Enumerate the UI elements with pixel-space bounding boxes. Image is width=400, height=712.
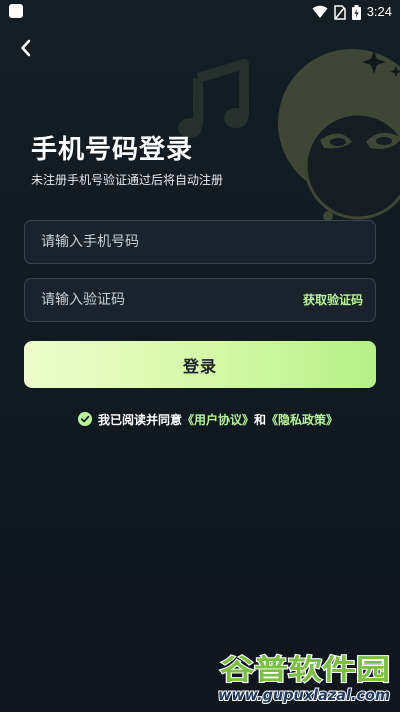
get-code-button[interactable]: 获取验证码 [303, 279, 363, 321]
watermark: 谷普软件园 www.gupuxlazal.com [214, 648, 396, 708]
login-screen: 3:24 手机号码登录 未注册手机号验证通过后将自动注册 请输入手机号码 请输入… [0, 0, 400, 712]
status-bar: 3:24 [0, 0, 400, 24]
status-time: 3:24 [366, 4, 392, 19]
wifi-icon [312, 5, 328, 19]
login-button[interactable]: 登录 [24, 341, 376, 388]
no-sim-icon [333, 4, 346, 20]
verification-code-input[interactable] [41, 279, 291, 321]
agreement-row: 我已阅读并同意 《用户协议》 和 《隐私政策》 [78, 409, 338, 429]
agreement-prefix: 我已阅读并同意 [98, 412, 183, 427]
back-button[interactable] [12, 34, 40, 62]
page-title: 手机号码登录 [31, 135, 194, 165]
login-button-label: 登录 [182, 356, 217, 376]
agreement-connector: 和 [254, 412, 267, 427]
status-indicators: 3:24 [312, 3, 392, 21]
watermark-url: www.gupuxlazal.com [218, 686, 390, 704]
phone-input[interactable] [41, 221, 291, 263]
watermark-brand: 谷普软件园 [220, 653, 390, 686]
mascot-icon [270, 38, 400, 232]
back-arrow-icon [21, 39, 31, 57]
app-icon [9, 4, 23, 18]
code-input-box: 获取验证码 [24, 278, 376, 322]
phone-input-box [24, 220, 376, 264]
battery-icon [351, 4, 361, 20]
check-circle-icon[interactable] [78, 412, 92, 426]
user-agreement-link[interactable]: 《用户协议》 [182, 411, 254, 428]
privacy-policy-link[interactable]: 《隐私政策》 [266, 411, 338, 428]
page-subtitle: 未注册手机号验证通过后将自动注册 [31, 173, 224, 187]
